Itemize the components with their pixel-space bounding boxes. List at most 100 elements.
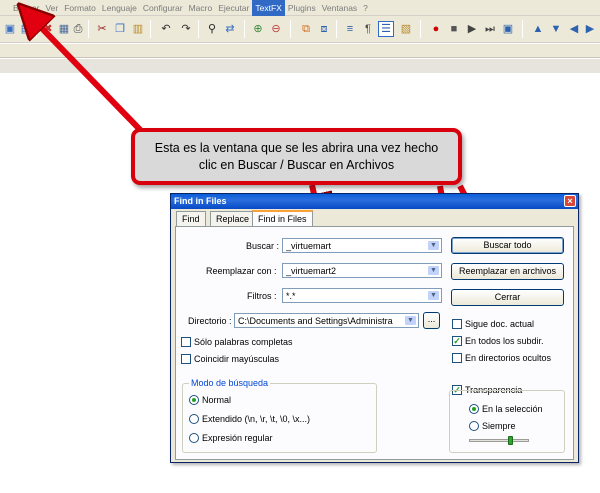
close-icon[interactable]: ▤ bbox=[18, 21, 34, 37]
dialog-title-bar[interactable]: Find in Files bbox=[171, 194, 578, 209]
search-mode-group: Modo de búsqueda Normal Extendido (\n, \… bbox=[182, 378, 377, 453]
menu-ver[interactable]: Ver bbox=[42, 0, 61, 16]
menu-formato[interactable]: Formato bbox=[61, 0, 99, 16]
radio-always[interactable]: Siempre bbox=[469, 421, 516, 431]
toolbar: ▣ ▤ ✖ ▦ ⎙ ✂ ❐ ▥ ↶ ↷ ⚲ ⇄ ⊕ ⊖ ⧉ ⧈ ≡ ¶ ☰ ▧ … bbox=[0, 16, 600, 43]
record-macro-icon[interactable]: ● bbox=[428, 21, 444, 37]
sync-horizontal-icon[interactable]: ⧈ bbox=[316, 21, 332, 37]
close-all-icon[interactable]: ✖ bbox=[40, 21, 56, 37]
find-all-button[interactable]: Buscar todo bbox=[451, 237, 564, 254]
filters-label: Filtros : bbox=[247, 291, 277, 301]
menu-bar: Buscar Ver Formato Lenguaje Configurar M… bbox=[0, 0, 600, 16]
undo-icon[interactable]: ↶ bbox=[158, 21, 174, 37]
menu-macro[interactable]: Macro bbox=[186, 0, 216, 16]
replace-label: Reemplazar con : bbox=[206, 266, 277, 276]
transparency-slider-thumb[interactable] bbox=[508, 436, 513, 445]
transparency-group: En la selección Siempre bbox=[449, 390, 565, 453]
checkbox-box[interactable] bbox=[181, 354, 191, 364]
annotation-callout: Esta es la ventana que se les abrira una… bbox=[131, 128, 462, 185]
cut-icon[interactable]: ✂ bbox=[94, 21, 110, 37]
find-icon[interactable]: ⚲ bbox=[204, 21, 220, 37]
radio-regex[interactable]: Expresión regular bbox=[189, 433, 273, 443]
radio-dot[interactable] bbox=[189, 395, 199, 405]
tab-find-in-files[interactable]: Find in Files bbox=[252, 210, 313, 227]
tab-replace[interactable]: Replace bbox=[210, 211, 256, 226]
replace-input[interactable]: _virtuemart2 bbox=[286, 265, 336, 277]
redo-icon[interactable]: ↷ bbox=[178, 21, 194, 37]
tab-find[interactable]: Find bbox=[176, 211, 206, 226]
radio-extended[interactable]: Extendido (\n, \r, \t, \0, \x...) bbox=[189, 414, 310, 424]
show-all-chars-icon[interactable]: ¶ bbox=[360, 21, 376, 37]
sync-vertical-icon[interactable]: ⧉ bbox=[298, 21, 314, 37]
close-icon[interactable]: × bbox=[564, 195, 576, 207]
paste-icon[interactable]: ▥ bbox=[130, 21, 146, 37]
check-icon[interactable]: ✓ bbox=[452, 336, 462, 346]
menu-buscar[interactable]: Buscar bbox=[10, 0, 42, 16]
directory-combo[interactable]: C:\Documents and Settings\Administra ▼ bbox=[234, 313, 419, 328]
checkbox-box[interactable] bbox=[452, 353, 462, 363]
radio-dot[interactable] bbox=[469, 421, 479, 431]
copy-icon[interactable]: ❐ bbox=[112, 21, 128, 37]
print-icon[interactable]: ⎙ bbox=[70, 21, 86, 37]
radio-dot[interactable] bbox=[469, 404, 479, 414]
replace-combo[interactable]: _virtuemart2 ▼ bbox=[282, 263, 442, 278]
search-combo[interactable]: _virtuemart ▼ bbox=[282, 238, 442, 253]
whole-words-checkbox[interactable]: Sólo palabras completas bbox=[181, 337, 293, 347]
chevron-down-icon[interactable]: ▼ bbox=[427, 265, 440, 276]
save-all-icon[interactable]: ▣ bbox=[2, 21, 18, 37]
replace-icon[interactable]: ⇄ bbox=[222, 21, 238, 37]
directory-input[interactable]: C:\Documents and Settings\Administra bbox=[238, 315, 403, 327]
pointer-icon[interactable]: ◀ bbox=[566, 21, 582, 37]
save-macro-icon[interactable]: ▣ bbox=[500, 21, 516, 37]
chevron-down-icon[interactable]: ▼ bbox=[404, 315, 417, 326]
down-arrow-icon[interactable]: ▼ bbox=[548, 21, 564, 37]
radio-normal[interactable]: Normal bbox=[189, 395, 231, 405]
toolbar-separator bbox=[522, 20, 523, 38]
radio-dot[interactable] bbox=[189, 433, 199, 443]
user-language-icon[interactable]: ▧ bbox=[398, 21, 414, 37]
menu-plugins[interactable]: Plugins bbox=[285, 0, 319, 16]
toolbar-separator bbox=[36, 20, 37, 38]
search-label: Buscar : bbox=[246, 241, 280, 251]
editor-header-strip bbox=[0, 59, 600, 73]
run-macro-multiple-icon[interactable]: ⏭ bbox=[482, 21, 498, 37]
indent-guide-icon[interactable]: ☰ bbox=[378, 21, 394, 37]
find-in-files-dialog: Find in Files × Find Replace Find in Fil… bbox=[170, 193, 579, 463]
stop-macro-icon[interactable]: ■ bbox=[446, 21, 462, 37]
toolbar-separator bbox=[150, 20, 151, 38]
play-macro-icon[interactable]: ▶ bbox=[464, 21, 480, 37]
radio-extended-label: Extendido (\n, \r, \t, \0, \x...) bbox=[202, 414, 311, 424]
transparency-slider-track[interactable] bbox=[469, 439, 529, 442]
hidden-dirs-label: En directorios ocultos bbox=[465, 353, 552, 363]
checkbox-box[interactable] bbox=[181, 337, 191, 347]
chevron-down-icon[interactable]: ▼ bbox=[427, 240, 440, 251]
next-icon[interactable]: ▶ bbox=[582, 21, 598, 37]
close-button[interactable]: Cerrar bbox=[451, 289, 564, 306]
replace-in-files-button[interactable]: Reemplazar en archivos bbox=[451, 263, 564, 280]
checkbox-box[interactable] bbox=[452, 319, 462, 329]
filters-combo[interactable]: *.* ▼ bbox=[282, 288, 442, 303]
whole-words-label: Sólo palabras completas bbox=[194, 337, 293, 347]
menu-lenguaje[interactable]: Lenguaje bbox=[99, 0, 140, 16]
radio-on-selection[interactable]: En la selección bbox=[469, 404, 543, 414]
follow-current-doc-label: Sigue doc. actual bbox=[465, 319, 535, 329]
match-case-checkbox[interactable]: Coincidir mayúsculas bbox=[181, 354, 279, 364]
zoom-in-icon[interactable]: ⊕ bbox=[250, 21, 266, 37]
word-wrap-icon[interactable]: ≡ bbox=[342, 21, 358, 37]
menu-configurar[interactable]: Configurar bbox=[140, 0, 186, 16]
search-input[interactable]: _virtuemart bbox=[286, 240, 331, 252]
zoom-out-icon[interactable]: ⊖ bbox=[268, 21, 284, 37]
up-arrow-icon[interactable]: ▲ bbox=[530, 21, 546, 37]
menu-ejecutar[interactable]: Ejecutar bbox=[215, 0, 252, 16]
radio-dot[interactable] bbox=[189, 414, 199, 424]
chevron-down-icon[interactable]: ▼ bbox=[427, 290, 440, 301]
radio-regex-label: Expresión regular bbox=[202, 433, 273, 443]
all-subdirs-checkbox[interactable]: ✓ En todos los subdir. bbox=[452, 336, 544, 346]
follow-current-doc-checkbox[interactable]: Sigue doc. actual bbox=[452, 319, 534, 329]
menu-help[interactable]: ? bbox=[360, 0, 371, 16]
browse-button[interactable]: ... bbox=[423, 312, 440, 329]
menu-textfx[interactable]: TextFX bbox=[252, 0, 285, 16]
filters-input[interactable]: *.* bbox=[286, 290, 296, 302]
menu-ventanas[interactable]: Ventanas bbox=[319, 0, 360, 16]
hidden-dirs-checkbox[interactable]: En directorios ocultos bbox=[452, 353, 551, 363]
